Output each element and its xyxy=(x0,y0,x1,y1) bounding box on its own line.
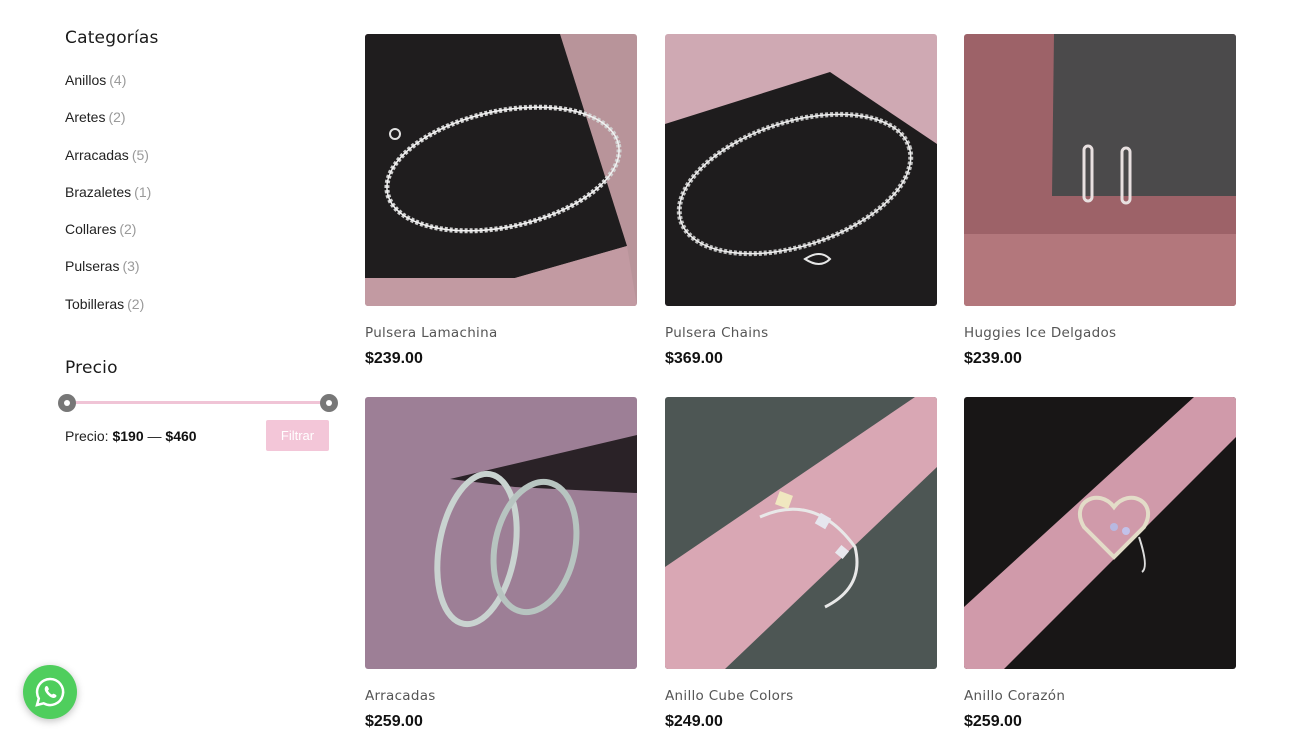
category-list: Anillos (4) Aretes (2) Arracadas (5) Brazal… xyxy=(65,70,340,331)
category-item-brazaletes[interactable]: Brazaletes (1) xyxy=(65,182,340,219)
category-item-aretes[interactable]: Aretes (2) xyxy=(65,107,340,144)
category-label: Tobilleras xyxy=(65,295,125,312)
category-label: Arracadas xyxy=(65,146,129,163)
product-image-silver-bracelet[interactable] xyxy=(365,34,637,306)
filter-button[interactable]: Filtrar xyxy=(266,420,329,451)
price-max-handle[interactable] xyxy=(320,394,338,412)
category-count: (2) xyxy=(127,295,145,312)
categories-title: Categorías xyxy=(65,28,159,48)
whatsapp-button[interactable] xyxy=(23,665,77,719)
category-label: Pulseras xyxy=(65,258,120,275)
product-price: $259.00 xyxy=(365,713,423,730)
price-filter-row: Precio: $190 — $460 Filtrar xyxy=(65,420,329,452)
category-label: Anillos xyxy=(65,72,107,88)
product-price: $249.00 xyxy=(665,713,723,730)
category-label: Brazaletes xyxy=(65,183,132,200)
product-card: Huggies Ice Delgados $239.00 xyxy=(964,34,1236,368)
product-card: Pulsera Lamachina $239.00 xyxy=(365,34,637,368)
price-separator: — xyxy=(147,428,162,444)
product-price: $369.00 xyxy=(665,350,723,367)
category-label: Collares xyxy=(65,221,117,238)
product-image-heart-ring[interactable] xyxy=(964,397,1236,669)
category-count: (5) xyxy=(131,146,149,163)
product-price: $259.00 xyxy=(964,713,1022,730)
product-image-cube-ring[interactable] xyxy=(665,397,937,669)
category-item-pulseras[interactable]: Pulseras (3) xyxy=(65,256,340,293)
product-image-hoop-earrings[interactable] xyxy=(365,397,637,669)
price-range-track xyxy=(67,401,329,404)
product-price: $239.00 xyxy=(365,350,423,367)
price-range-slider[interactable] xyxy=(58,394,338,412)
category-label: Aretes xyxy=(65,109,106,126)
product-image-huggie-earrings[interactable] xyxy=(964,34,1236,306)
category-count: (2) xyxy=(108,109,126,126)
whatsapp-icon xyxy=(35,677,65,707)
price-title: Precio xyxy=(65,358,118,378)
category-item-anillos[interactable]: Anillos (4) xyxy=(65,70,340,107)
product-image-chain-bracelet[interactable] xyxy=(665,34,937,306)
price-range-label: Precio: $190 — $460 xyxy=(65,428,197,444)
category-count: (2) xyxy=(119,221,137,238)
price-min-value: $190 xyxy=(112,428,144,444)
category-item-tobilleras[interactable]: Tobilleras (2) xyxy=(65,294,340,331)
product-card: Anillo Cube Colors $249.00 xyxy=(665,397,937,731)
product-name[interactable]: Anillo Cube Colors xyxy=(665,688,937,704)
product-name[interactable]: Huggies Ice Delgados xyxy=(964,325,1236,341)
product-card: Anillo Corazón $259.00 xyxy=(964,397,1236,731)
product-name[interactable]: Arracadas xyxy=(365,688,637,704)
product-price: $239.00 xyxy=(964,350,1022,367)
category-item-collares[interactable]: Collares (2) xyxy=(65,219,340,256)
product-card: Arracadas $259.00 xyxy=(365,397,637,731)
category-count: (1) xyxy=(134,183,152,200)
product-name[interactable]: Anillo Corazón xyxy=(964,688,1236,704)
sidebar: Categorías Anillos (4) Aretes (2) Arracada… xyxy=(58,28,340,451)
category-count: (3) xyxy=(122,258,140,275)
category-count: (4) xyxy=(109,72,127,88)
product-card: Pulsera Chains $369.00 xyxy=(665,34,937,368)
price-max-value: $460 xyxy=(165,428,197,444)
category-item-arracadas[interactable]: Arracadas (5) xyxy=(65,145,340,182)
price-prefix: Precio: xyxy=(65,428,109,444)
product-name[interactable]: Pulsera Lamachina xyxy=(365,325,637,341)
price-min-handle[interactable] xyxy=(58,394,76,412)
product-name[interactable]: Pulsera Chains xyxy=(665,325,937,341)
